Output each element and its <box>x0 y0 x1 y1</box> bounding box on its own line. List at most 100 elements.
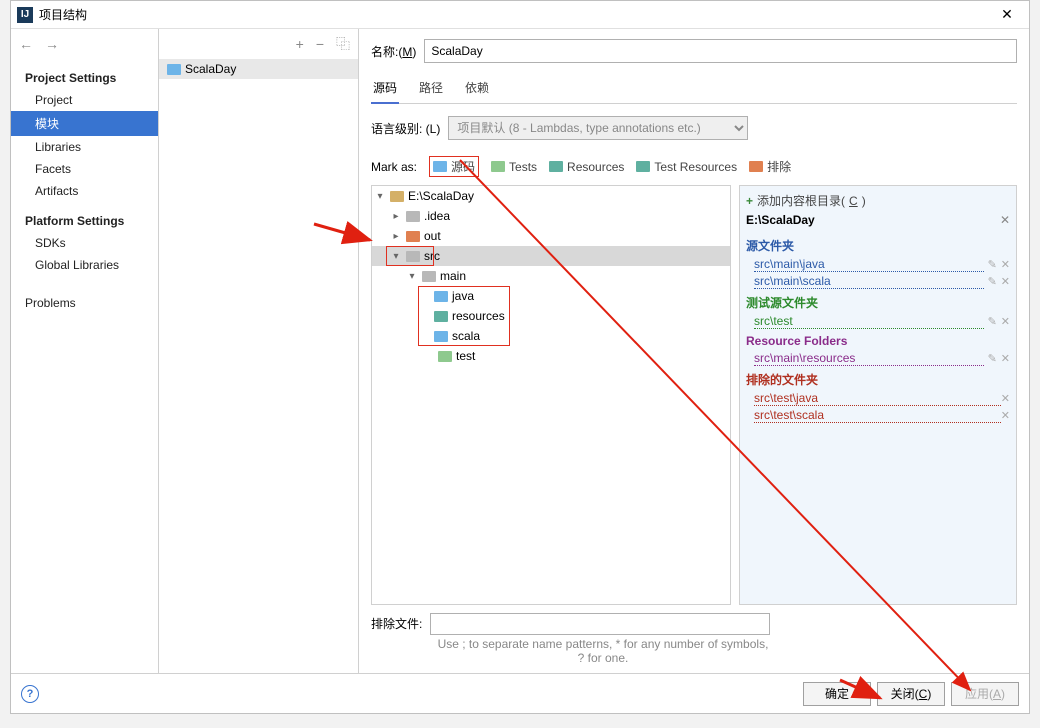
language-level-select[interactable]: 项目默认 (8 - Lambdas, type annotations etc.… <box>448 116 748 140</box>
tree-out[interactable]: out <box>424 229 441 243</box>
resource-folders-header: Resource Folders <box>746 330 1010 350</box>
remove-icon[interactable]: ✕ <box>1001 258 1010 271</box>
nav-artifacts[interactable]: Artifacts <box>11 180 158 202</box>
edit-icon[interactable]: ✎ <box>988 275 997 288</box>
mark-as-label: Mark as: <box>371 160 417 174</box>
source-tree[interactable]: ▾ E:\ScalaDay ▸ .idea ▸ out ▾ src ▾ main java… <box>371 185 731 605</box>
excluded-folder-item[interactable]: src\test\java✕ <box>746 390 1010 407</box>
nav-project[interactable]: Project <box>11 89 158 111</box>
window-title: 项目结构 <box>39 6 991 23</box>
exclude-files-label: 排除文件: <box>371 615 422 632</box>
ok-button[interactable]: 确定 <box>803 682 871 706</box>
folder-icon <box>434 291 448 302</box>
nav-global-libraries[interactable]: Global Libraries <box>11 254 158 276</box>
test-source-folders-header: 测试源文件夹 <box>746 290 1010 313</box>
tree-idea[interactable]: .idea <box>424 209 450 223</box>
resource-folder-item[interactable]: src\main\resources✎✕ <box>746 350 1010 367</box>
mark-excluded-button[interactable]: 排除 <box>749 158 791 175</box>
remove-icon[interactable]: ✕ <box>1001 392 1010 405</box>
folder-icon <box>422 271 436 282</box>
remove-icon[interactable]: ✕ <box>1001 275 1010 288</box>
dialog-footer: ? 确定 关闭(C) 应用(A) <box>11 673 1029 713</box>
apply-button[interactable]: 应用(A) <box>951 682 1019 706</box>
nav-libraries[interactable]: Libraries <box>11 136 158 158</box>
module-name-input[interactable] <box>424 39 1017 63</box>
remove-root-icon[interactable]: ✕ <box>1000 213 1010 227</box>
platform-settings-header: Platform Settings <box>11 210 158 232</box>
folder-icon <box>434 311 448 322</box>
tree-resources[interactable]: resources <box>452 309 505 323</box>
folder-icon <box>434 331 448 342</box>
nav-back-button[interactable]: ← <box>19 36 33 52</box>
plus-icon: + <box>746 194 753 208</box>
tab-sources[interactable]: 源码 <box>371 73 399 104</box>
tree-main[interactable]: main <box>440 269 466 283</box>
module-toolbar: + − ⿻ <box>159 29 358 59</box>
close-button[interactable]: 关闭(C) <box>877 682 945 706</box>
nav-facets[interactable]: Facets <box>11 158 158 180</box>
tab-paths[interactable]: 路径 <box>417 73 445 103</box>
mark-resources-button[interactable]: Resources <box>549 160 624 174</box>
left-nav: Project Settings Project 模块 Libraries Fa… <box>11 59 158 673</box>
tab-dependencies[interactable]: 依赖 <box>463 73 491 103</box>
tree-java[interactable]: java <box>452 289 474 303</box>
module-tabs: 源码 路径 依赖 <box>371 73 1017 104</box>
excluded-folders-header: 排除的文件夹 <box>746 367 1010 390</box>
add-content-root[interactable]: +添加内容根目录(C) <box>746 190 1010 211</box>
project-structure-dialog: IJ 项目结构 ✕ ← → Project Settings Project 模… <box>10 0 1030 714</box>
chevron-down-icon[interactable]: ▾ <box>406 271 418 282</box>
add-module-button[interactable]: + <box>296 36 304 52</box>
tree-test[interactable]: test <box>456 349 475 363</box>
copy-module-button[interactable]: ⿻ <box>336 34 350 54</box>
source-folder-item[interactable]: src\main\java✎✕ <box>746 256 1010 273</box>
folder-teal-icon <box>549 161 563 172</box>
language-level-label: 语言级别: (L) <box>371 120 440 137</box>
module-detail: 名称:(M) 源码 路径 依赖 语言级别: (L) 项目默认 (8 - Lamb… <box>359 29 1029 673</box>
exclude-files-hint: Use ; to separate name patterns, * for a… <box>433 637 773 665</box>
app-icon: IJ <box>17 7 33 23</box>
mark-test-resources-button[interactable]: Test Resources <box>636 160 737 174</box>
nav-modules[interactable]: 模块 <box>11 111 158 136</box>
folder-icon <box>406 211 420 222</box>
excluded-folder-item[interactable]: src\test\scala✕ <box>746 407 1010 424</box>
mark-sources-button[interactable]: 源码 <box>429 156 479 177</box>
module-item-scaladay[interactable]: ScalaDay <box>159 59 358 79</box>
help-button[interactable]: ? <box>21 685 39 703</box>
edit-icon[interactable]: ✎ <box>988 352 997 365</box>
remove-icon[interactable]: ✕ <box>1001 409 1010 422</box>
nav-problems[interactable]: Problems <box>11 292 158 314</box>
content-root-path[interactable]: E:\ScalaDay✕ <box>746 211 1010 233</box>
tree-scala[interactable]: scala <box>452 329 480 343</box>
nav-forward-button[interactable]: → <box>45 36 59 52</box>
source-folders-header: 源文件夹 <box>746 233 1010 256</box>
mark-tests-button[interactable]: Tests <box>491 160 537 174</box>
content-roots-panel: +添加内容根目录(C) E:\ScalaDay✕ 源文件夹 src\main\j… <box>739 185 1017 605</box>
name-row: 名称:(M) <box>371 39 1017 63</box>
folder-icon <box>438 351 452 362</box>
remove-icon[interactable]: ✕ <box>1001 352 1010 365</box>
project-settings-header: Project Settings <box>11 67 158 89</box>
remove-icon[interactable]: ✕ <box>1001 315 1010 328</box>
nav-sdks[interactable]: SDKs <box>11 232 158 254</box>
chevron-right-icon[interactable]: ▸ <box>390 211 402 222</box>
exclude-files-input[interactable] <box>430 613 770 635</box>
edit-icon[interactable]: ✎ <box>988 258 997 271</box>
tree-src[interactable]: src <box>424 249 440 263</box>
edit-icon[interactable]: ✎ <box>988 315 997 328</box>
source-folder-item[interactable]: src\main\scala✎✕ <box>746 273 1010 290</box>
chevron-right-icon[interactable]: ▸ <box>390 231 402 242</box>
folder-orange-icon <box>749 161 763 172</box>
left-nav-toolbar: ← → <box>11 29 158 59</box>
folder-green-icon <box>491 161 505 172</box>
remove-module-button[interactable]: − <box>316 36 324 52</box>
titlebar: IJ 项目结构 ✕ <box>11 1 1029 29</box>
module-list-column: + − ⿻ ScalaDay <box>159 29 359 673</box>
tree-root[interactable]: E:\ScalaDay <box>408 189 474 203</box>
folder-icon <box>390 191 404 202</box>
window-close-button[interactable]: ✕ <box>991 6 1023 23</box>
test-source-folder-item[interactable]: src\test✎✕ <box>746 313 1010 330</box>
dialog-body: ← → Project Settings Project 模块 Librarie… <box>11 29 1029 673</box>
chevron-down-icon[interactable]: ▾ <box>390 251 402 262</box>
folder-teal-icon <box>636 161 650 172</box>
chevron-down-icon[interactable]: ▾ <box>374 191 386 202</box>
